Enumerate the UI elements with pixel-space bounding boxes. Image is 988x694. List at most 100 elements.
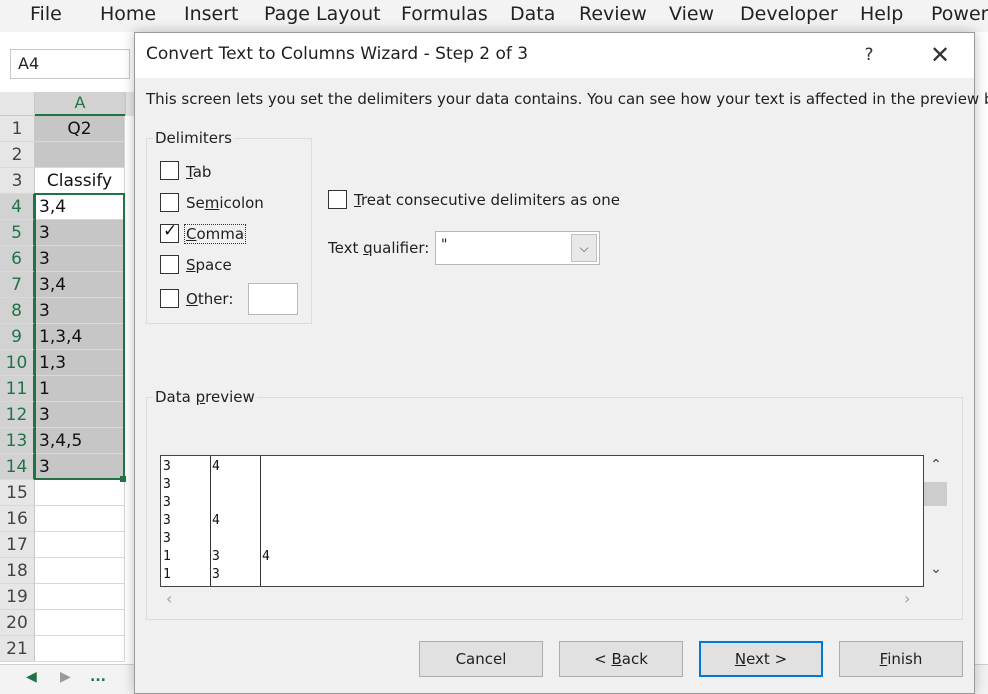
- row-header[interactable]: 10: [0, 350, 35, 376]
- scroll-down-icon[interactable]: ⌄: [924, 561, 948, 577]
- cell-a12[interactable]: 3: [35, 402, 125, 428]
- dialog-title: Convert Text to Columns Wizard - Step 2 …: [146, 44, 529, 64]
- tab-checkbox[interactable]: [160, 161, 179, 180]
- cell-a21[interactable]: [35, 636, 125, 662]
- row-header[interactable]: 11: [0, 376, 35, 402]
- cell-a2[interactable]: [35, 142, 125, 168]
- row-header[interactable]: 16: [0, 506, 35, 532]
- preview-vertical-scrollbar[interactable]: ⌃ ⌄: [924, 455, 948, 587]
- semicolon-checkbox[interactable]: [160, 193, 179, 212]
- preview-column-divider[interactable]: [260, 456, 261, 586]
- row-header[interactable]: 2: [0, 142, 35, 168]
- row-header[interactable]: 21: [0, 636, 35, 662]
- check-mark-icon: ✓: [163, 221, 178, 241]
- comma-checkbox[interactable]: ✓: [160, 221, 179, 243]
- back-button[interactable]: < Back: [559, 641, 683, 677]
- cell-a14[interactable]: 3: [35, 454, 125, 480]
- ribbon-tab-page-layout[interactable]: Page Layout: [264, 3, 381, 25]
- scroll-right-icon[interactable]: ›: [904, 589, 910, 608]
- name-box[interactable]: A4: [10, 49, 130, 79]
- row-header[interactable]: 7: [0, 272, 35, 298]
- sheet-nav-more[interactable]: ...: [90, 669, 106, 685]
- scroll-thumb[interactable]: [924, 482, 947, 506]
- other-checkbox[interactable]: [160, 289, 179, 308]
- preview-horizontal-scrollbar[interactable]: ‹ ›: [160, 589, 924, 609]
- ribbon-tab-insert[interactable]: Insert: [184, 3, 239, 25]
- consecutive-label: Treat consecutive delimiters as one: [354, 191, 620, 209]
- row-header[interactable]: 18: [0, 558, 35, 584]
- cell-a5[interactable]: 3: [35, 220, 125, 246]
- ribbon-tab-help[interactable]: Help: [860, 3, 903, 25]
- cell-a6[interactable]: 3: [35, 246, 125, 272]
- sheet-nav-prev[interactable]: ◀: [26, 669, 37, 685]
- other-delimiter-input[interactable]: [248, 283, 298, 315]
- select-all-corner[interactable]: [0, 92, 35, 116]
- consecutive-checkbox[interactable]: [328, 190, 347, 209]
- preview-cell: 4: [212, 459, 220, 474]
- preview-cell: 1: [163, 549, 171, 564]
- row-header[interactable]: 5: [0, 220, 35, 246]
- ribbon-tab-developer[interactable]: Developer: [740, 3, 838, 25]
- row-header[interactable]: 13: [0, 428, 35, 454]
- ribbon-tab-review[interactable]: Review: [579, 3, 647, 25]
- row-header[interactable]: 14: [0, 454, 35, 480]
- cell-a1[interactable]: Q2: [35, 116, 125, 142]
- preview-cell: 3: [212, 549, 220, 564]
- cell-a18[interactable]: [35, 558, 125, 584]
- row-header[interactable]: 20: [0, 610, 35, 636]
- finish-button[interactable]: Finish: [839, 641, 963, 677]
- text-qualifier-value: ": [441, 237, 448, 253]
- cell-a16[interactable]: [35, 506, 125, 532]
- row-header[interactable]: 6: [0, 246, 35, 272]
- row-header[interactable]: 9: [0, 324, 35, 350]
- cell-a8[interactable]: 3: [35, 298, 125, 324]
- tab-label: Tab: [186, 163, 212, 181]
- cell-a4[interactable]: 3,4: [35, 194, 125, 220]
- next-button[interactable]: Next >: [699, 641, 823, 677]
- cell-a13[interactable]: 3,4,5: [35, 428, 125, 454]
- ribbon-tab-power[interactable]: Power: [931, 3, 988, 25]
- cell-a7[interactable]: 3,4: [35, 272, 125, 298]
- space-checkbox[interactable]: [160, 255, 179, 274]
- cell-a20[interactable]: [35, 610, 125, 636]
- cancel-button[interactable]: Cancel: [419, 641, 543, 677]
- cell-a3[interactable]: Classify: [35, 168, 125, 194]
- preview-cell: 3: [163, 495, 171, 510]
- row-header[interactable]: 15: [0, 480, 35, 506]
- ribbon-tab-data[interactable]: Data: [510, 3, 555, 25]
- preview-cell: 1: [163, 567, 171, 582]
- cell-a17[interactable]: [35, 532, 125, 558]
- ribbon-tab-formulas[interactable]: Formulas: [401, 3, 488, 25]
- ribbon-bar: File Home Insert Page Layout Formulas Da…: [0, 0, 988, 32]
- ribbon-tab-home[interactable]: Home: [100, 3, 156, 25]
- row-header[interactable]: 19: [0, 584, 35, 610]
- row-header[interactable]: 1: [0, 116, 35, 142]
- scroll-left-icon[interactable]: ‹: [166, 589, 172, 608]
- help-button[interactable]: ?: [852, 40, 886, 70]
- cell-a15[interactable]: [35, 480, 125, 506]
- row-header[interactable]: 3: [0, 168, 35, 194]
- semicolon-label: Semicolon: [186, 194, 264, 212]
- preview-column-divider[interactable]: [210, 456, 211, 586]
- ribbon-tab-file[interactable]: File: [30, 3, 62, 25]
- fill-handle[interactable]: [120, 476, 126, 482]
- row-header[interactable]: 12: [0, 402, 35, 428]
- ribbon-tab-view[interactable]: View: [669, 3, 714, 25]
- row-header[interactable]: 17: [0, 532, 35, 558]
- row-header[interactable]: 8: [0, 298, 35, 324]
- delimiters-label: Delimiters: [153, 129, 234, 147]
- row-header[interactable]: 4: [0, 194, 35, 220]
- cell-a19[interactable]: [35, 584, 125, 610]
- chevron-down-icon[interactable]: ⌵: [571, 234, 597, 262]
- scroll-up-icon[interactable]: ⌃: [924, 457, 948, 473]
- sheet-nav-next[interactable]: ▶: [60, 669, 71, 685]
- data-preview-table[interactable]: 3 4 3 3 3 4 3 1 3 4 1 3: [160, 455, 924, 587]
- cell-a11[interactable]: 1: [35, 376, 125, 402]
- preview-cell: 4: [212, 513, 220, 528]
- column-header-a[interactable]: A: [35, 92, 125, 116]
- cell-a10[interactable]: 1,3: [35, 350, 125, 376]
- other-label: Other:: [186, 290, 234, 308]
- text-qualifier-select[interactable]: " ⌵: [435, 231, 600, 265]
- close-button[interactable]: ✕: [920, 40, 960, 70]
- cell-a9[interactable]: 1,3,4: [35, 324, 125, 350]
